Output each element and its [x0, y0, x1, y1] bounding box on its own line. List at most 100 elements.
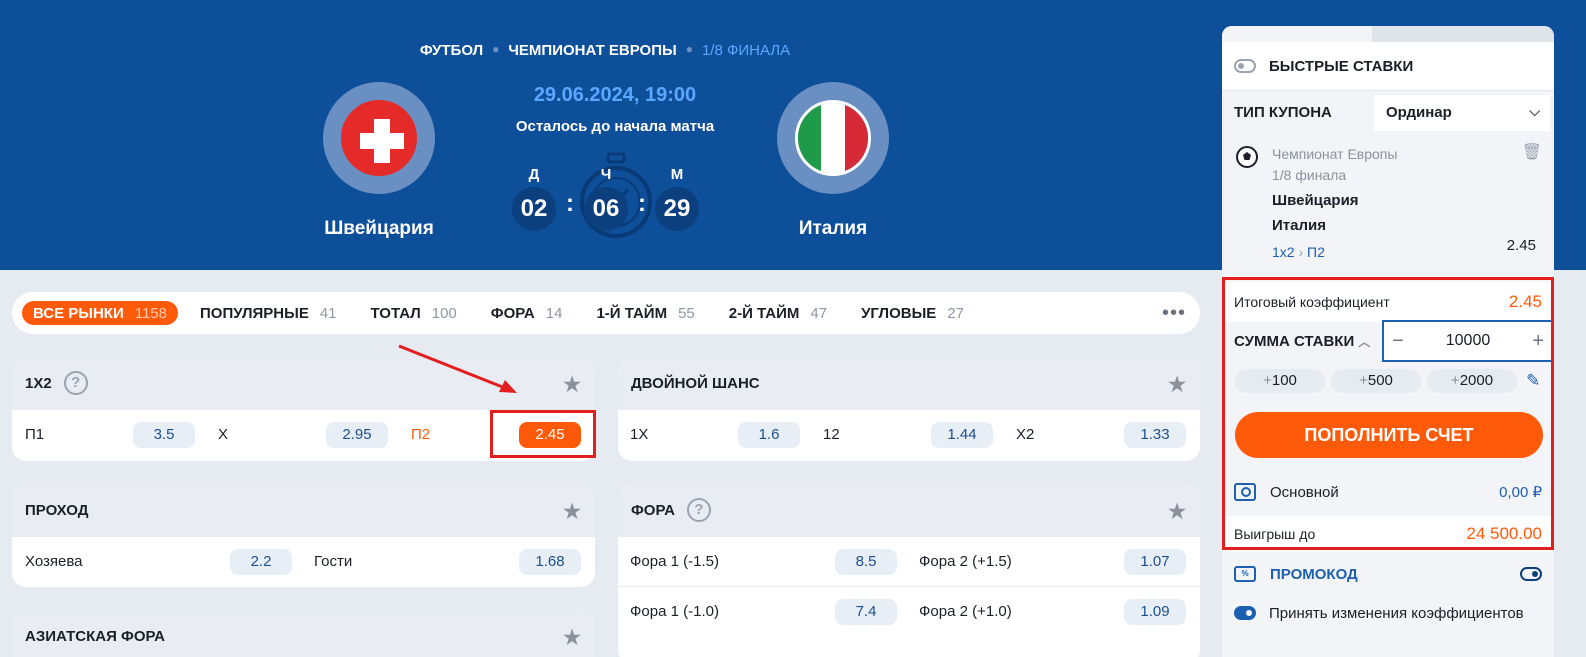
market-title: 1Х2 [25, 374, 52, 392]
tab-corners[interactable]: УГЛОВЫЕ 27 [861, 305, 964, 322]
tab-count: 100 [431, 304, 457, 322]
countdown-separator: : [566, 190, 574, 217]
countdown-separator: : [638, 190, 646, 217]
minutes-label: М [670, 166, 684, 183]
odd-button[interactable]: 1.09 [1124, 598, 1186, 625]
accept-odds-toggle[interactable] [1234, 606, 1256, 620]
hours-value: 06 [584, 187, 628, 231]
bet-stage: 1/8 финала [1272, 167, 1347, 183]
countdown-timer: Д 02 : Ч 06 : М 29 [510, 148, 720, 243]
market-double-chance: ДВОЙНОЙ ШАНС ★ 1Х 1.6 12 1.44 Х2 1.33 [618, 357, 1200, 461]
bet-tournament: Чемпионат Европы [1272, 146, 1398, 162]
odd-button[interactable]: 2.2 [230, 548, 292, 575]
countdown-label: Осталось до начала матча [515, 118, 715, 135]
hours-label: Ч [600, 166, 612, 183]
breadcrumb-stage: 1/8 ФИНАЛА [701, 42, 791, 59]
soccer-ball-icon [1236, 146, 1258, 168]
annotation-highlight-odd [490, 410, 596, 458]
tab-count: 27 [947, 304, 964, 322]
countdown-minutes: М 29 [655, 166, 699, 231]
tab-all-markets[interactable]: ВСЕ РЫНКИ 1158 [22, 301, 178, 325]
bet-odd: 2.45 [1506, 237, 1536, 254]
market-header: АЗИАТСКАЯ ФОРА ★ [12, 610, 595, 657]
odd-button[interactable]: 1.07 [1124, 548, 1186, 575]
days-value: 02 [512, 187, 556, 231]
bet-market-name: 1х2 [1272, 244, 1295, 260]
home-team-name: Швейцария [324, 218, 434, 239]
outcome-label: Фора 1 (-1.5) [630, 553, 719, 570]
home-team-logo [323, 82, 435, 194]
tab-total[interactable]: ТОТАЛ 100 [371, 305, 457, 322]
tab-second-half[interactable]: 2-Й ТАЙМ 47 [729, 305, 827, 322]
away-team-logo [777, 82, 889, 194]
bet-away-team: Италия [1272, 217, 1326, 234]
market-header: ПРОХОД ★ [12, 484, 595, 536]
breadcrumb-separator: ● [685, 42, 693, 56]
switzerland-flag-icon [341, 100, 417, 176]
outcome-label: Х2 [1016, 426, 1035, 443]
tab-count: 41 [319, 304, 337, 322]
breadcrumb-sport[interactable]: ФУТБОЛ [420, 42, 483, 59]
market-handicap: ФОРА ? ★ Фора 1 (-1.5) 8.5 Фора 2 (+1.5)… [618, 484, 1200, 657]
chevron-right-icon: › [1298, 244, 1304, 260]
days-label: Д [528, 166, 540, 183]
bet-outcome: П2 [1307, 244, 1325, 260]
market-row: 1Х 1.6 12 1.44 Х2 1.33 [618, 409, 1200, 459]
tab-handicap[interactable]: ФОРА 14 [491, 305, 563, 322]
tab-label: ТОТАЛ [370, 304, 421, 322]
tab-label: ФОРА [490, 304, 535, 322]
breadcrumb-tournament[interactable]: ЧЕМПИОНАТ ЕВРОПЫ [508, 42, 676, 59]
help-icon[interactable]: ? [63, 371, 88, 395]
promo-code-row[interactable]: % ПРОМОКОД [1222, 558, 1554, 590]
ticket-icon: % [1234, 566, 1256, 582]
odd-button[interactable]: 2.95 [326, 421, 388, 448]
away-team: Италия [777, 82, 889, 239]
market-tabs: ВСЕ РЫНКИ 1158 ПОПУЛЯРНЫЕ 41 ТОТАЛ 100 ФОРА… [12, 292, 1200, 334]
promo-code-toggle[interactable] [1520, 567, 1542, 581]
market-title: ДВОЙНОЙ ШАНС [631, 374, 760, 392]
bet-selection-card: Чемпионат Европы 1/8 финала Швейцария Ит… [1222, 26, 1554, 282]
outcome-label: Фора 2 (+1.5) [919, 553, 1012, 570]
odd-button[interactable]: 7.4 [835, 598, 897, 625]
market-pass: ПРОХОД ★ Хозяева 2.2 Гости 1.68 [12, 484, 595, 587]
breadcrumb: ФУТБОЛ ● ЧЕМПИОНАТ ЕВРОПЫ ● 1/8 ФИНАЛА [0, 42, 1210, 59]
star-icon[interactable]: ★ [1168, 372, 1186, 397]
help-icon[interactable]: ? [687, 498, 711, 522]
odd-button[interactable]: 1.6 [738, 421, 800, 448]
tab-popular[interactable]: ПОПУЛЯРНЫЕ 41 [200, 305, 337, 322]
odd-button[interactable]: 1.33 [1124, 421, 1186, 448]
bet-market: 1х2 › П2 [1272, 244, 1325, 260]
home-team: Швейцария [323, 82, 435, 239]
countdown-hours: Ч 06 [584, 166, 628, 231]
market-title: АЗИАТСКАЯ ФОРА [25, 627, 166, 645]
star-icon[interactable]: ★ [563, 625, 581, 650]
tab-label: 1-Й ТАЙМ [596, 304, 668, 322]
tab-first-half[interactable]: 1-Й ТАЙМ 55 [596, 305, 694, 322]
outcome-label: Гости [314, 553, 353, 570]
outcome-label: Х [218, 426, 229, 443]
market-header: ДВОЙНОЙ ШАНС ★ [618, 357, 1200, 409]
odd-button[interactable]: 1.44 [931, 421, 993, 448]
countdown-days: Д 02 [512, 166, 556, 231]
odd-button[interactable]: 1.68 [519, 548, 581, 575]
accept-odds-label: Принять изменения коэффициентов [1269, 604, 1524, 622]
odd-button[interactable]: 8.5 [835, 548, 897, 575]
bet-home-team: Швейцария [1272, 192, 1359, 209]
annotation-highlight-coupon [1222, 277, 1554, 550]
market-row: Фора 1 (-1.0) 7.4 Фора 2 (+1.0) 1.09 [618, 586, 1200, 636]
tab-count: 1158 [134, 304, 167, 322]
star-icon[interactable]: ★ [563, 499, 581, 524]
tab-label: ВСЕ РЫНКИ [33, 304, 124, 322]
match-datetime: 29.06.2024, 19:00 [533, 84, 697, 106]
tab-count: 14 [545, 304, 563, 322]
odd-button[interactable]: 3.5 [133, 421, 195, 448]
market-title: ПРОХОД [25, 501, 89, 519]
tab-label: 2-Й ТАЙМ [728, 304, 800, 322]
star-icon[interactable]: ★ [1168, 499, 1186, 524]
italy-flag-icon [795, 100, 871, 176]
more-tabs-icon[interactable]: ••• [1162, 302, 1186, 325]
tab-label: ПОПУЛЯРНЫЕ [200, 304, 309, 322]
trash-icon[interactable]: 🗑 [1522, 142, 1542, 162]
outcome-label: 12 [823, 426, 840, 443]
market-row: Фора 1 (-1.5) 8.5 Фора 2 (+1.5) 1.07 [618, 536, 1200, 586]
